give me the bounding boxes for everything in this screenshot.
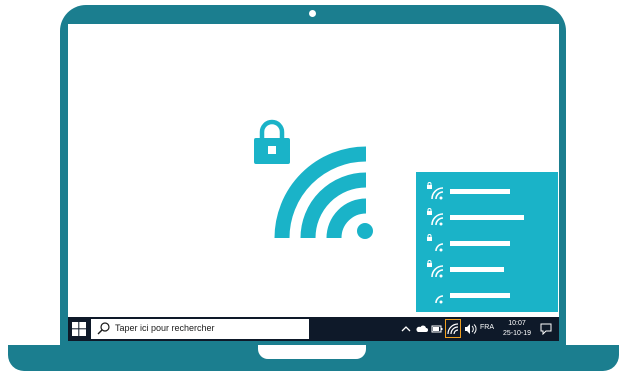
cloud-icon[interactable] [416,323,428,335]
network-name-bar [450,267,504,272]
secured-wifi-icon [427,234,444,252]
search-placeholder: Taper ici pour rechercher [115,323,215,333]
wifi-icon [435,295,444,304]
taskbar: Taper ici pour rechercher FRA 10:07 25-1… [68,317,559,341]
notification-icon[interactable] [540,323,552,335]
wifi-network-item[interactable] [426,234,546,252]
wifi-tray-button[interactable] [445,319,461,338]
wifi-network-panel [416,172,558,312]
wifi-icon [274,146,373,239]
chevron-up-icon[interactable] [401,323,411,335]
battery-icon[interactable] [431,323,443,335]
wifi-network-item[interactable] [426,260,546,278]
language-indicator[interactable]: FRA [480,324,494,331]
clock-date: 25-10-19 [502,330,532,337]
network-name-bar [450,189,510,194]
windows-logo-icon[interactable] [72,322,86,336]
network-name-bar [450,241,510,246]
network-name-bar [450,293,510,298]
secured-wifi-icon [427,260,444,278]
clock-time: 10:07 [508,320,526,327]
search-input[interactable]: Taper ici pour rechercher [91,319,309,339]
secured-wifi-icon [427,208,444,226]
clock[interactable]: 10:07 25-10-19 [500,319,534,339]
wifi-tray-icon [447,323,459,335]
secured-wifi-icon [427,182,444,200]
volume-icon[interactable] [464,323,477,335]
webcam [309,10,316,17]
wifi-network-item[interactable] [426,286,546,304]
wifi-network-item[interactable] [426,182,546,200]
wifi-network-item[interactable] [426,208,546,226]
search-icon [97,322,110,335]
network-name-bar [450,215,524,220]
laptop-base-notch [258,345,366,359]
